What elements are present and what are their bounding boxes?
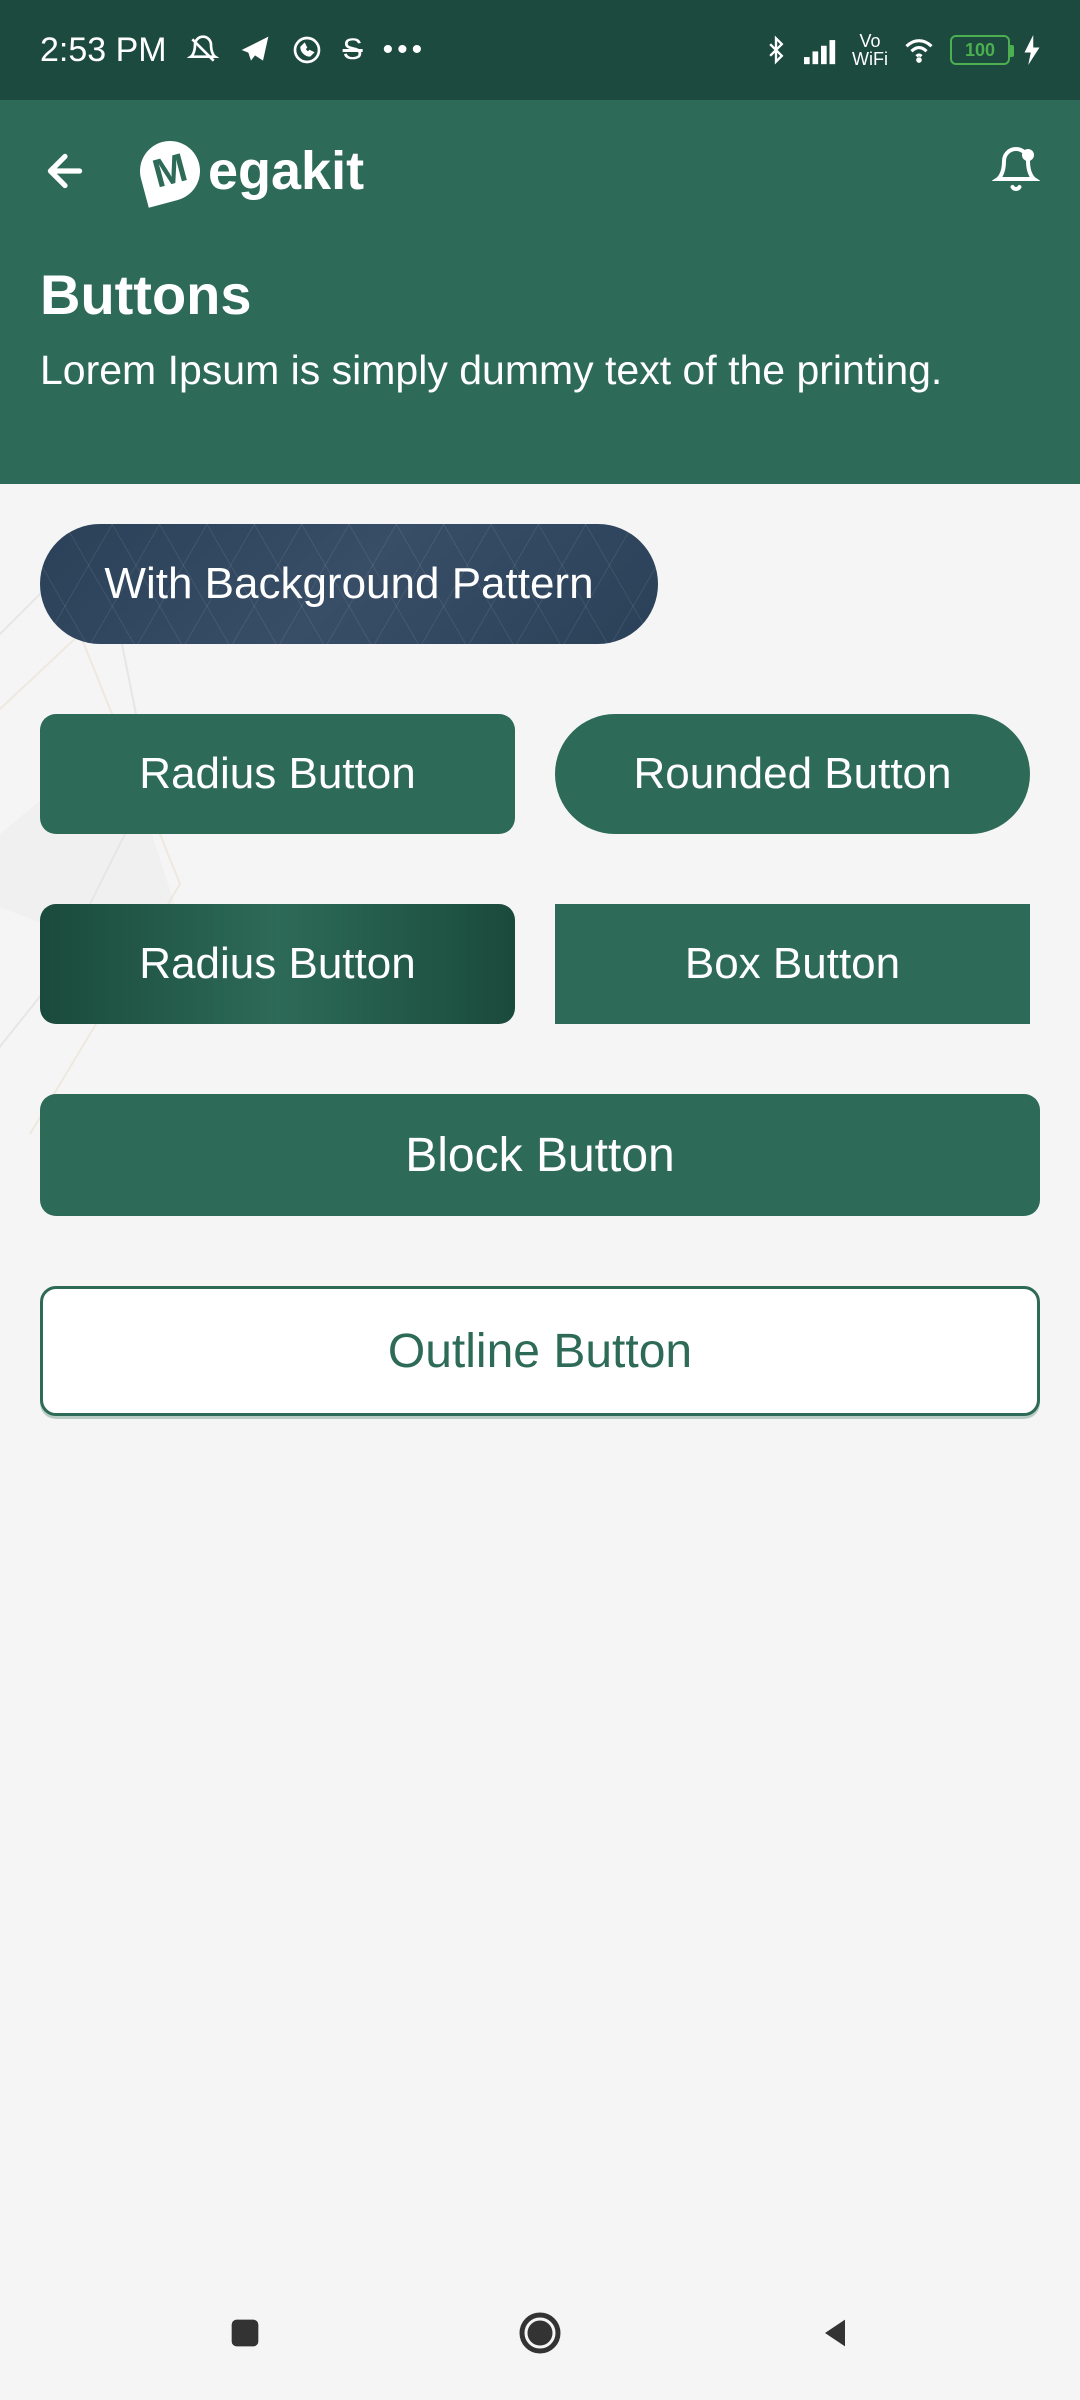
battery-icon: 100	[950, 35, 1010, 65]
app-name: egakit	[208, 140, 364, 202]
pattern-button[interactable]: With Background Pattern	[40, 524, 658, 644]
nav-back-button[interactable]	[815, 2313, 855, 2358]
radius-button-2-label: Radius Button	[139, 939, 415, 989]
button-row-1: Radius Button Rounded Button	[40, 714, 1040, 834]
back-button[interactable]	[40, 146, 90, 196]
logo-m-icon: M	[133, 134, 206, 207]
nav-home-button[interactable]	[516, 2309, 564, 2362]
status-time: 2:53 PM	[40, 31, 167, 70]
box-button-label: Box Button	[685, 939, 900, 989]
vowifi-icon: VoWiFi	[852, 32, 888, 68]
nav-row: M egakit	[40, 120, 1040, 262]
header: M egakit Buttons Lorem Ipsum is simply d…	[0, 100, 1080, 484]
app-logo: M egakit	[140, 140, 364, 202]
outline-button[interactable]: Outline Button	[40, 1286, 1040, 1416]
page-title: Buttons	[40, 262, 1040, 327]
more-icon: •••	[383, 33, 427, 67]
box-button[interactable]: Box Button	[555, 904, 1030, 1024]
button-row-2: Radius Button Box Button	[40, 904, 1040, 1024]
nav-left: M egakit	[40, 140, 364, 202]
radius-button-2[interactable]: Radius Button	[40, 904, 515, 1024]
bluetooth-icon	[762, 33, 790, 67]
s-icon: S	[343, 33, 363, 67]
charging-icon	[1024, 35, 1040, 65]
dnd-icon	[187, 34, 219, 66]
wifi-icon	[902, 35, 936, 65]
outline-button-label: Outline Button	[388, 1324, 692, 1379]
block-button-label: Block Button	[405, 1128, 674, 1183]
status-left: 2:53 PM S •••	[40, 31, 426, 70]
status-right: VoWiFi 100	[762, 32, 1040, 68]
notification-button[interactable]	[992, 145, 1040, 198]
rounded-button[interactable]: Rounded Button	[555, 714, 1030, 834]
radius-button-1-label: Radius Button	[139, 749, 415, 799]
system-nav-bar	[0, 2270, 1080, 2400]
signal-icon	[804, 35, 838, 65]
content-area: With Background Pattern Radius Button Ro…	[0, 484, 1080, 1456]
telegram-icon	[239, 34, 271, 66]
pattern-button-label: With Background Pattern	[104, 559, 593, 609]
nav-recent-button[interactable]	[225, 2313, 265, 2358]
radius-button-1[interactable]: Radius Button	[40, 714, 515, 834]
rounded-button-label: Rounded Button	[633, 749, 951, 799]
status-bar: 2:53 PM S ••• VoWiFi 100	[0, 0, 1080, 100]
whatsapp-icon	[291, 34, 323, 66]
page-subtitle: Lorem Ipsum is simply dummy text of the …	[40, 347, 1040, 394]
block-button[interactable]: Block Button	[40, 1094, 1040, 1216]
